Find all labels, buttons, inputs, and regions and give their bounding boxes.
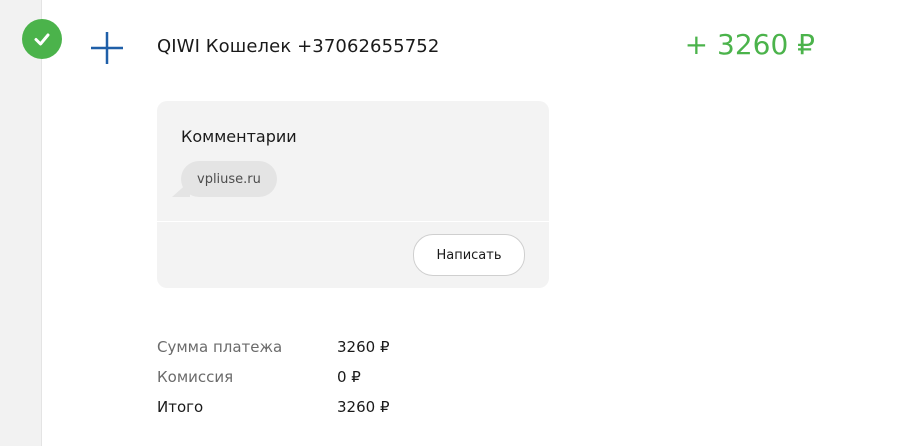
status-success-icon bbox=[22, 19, 62, 59]
payment-details: Сумма платежа 3260 ₽ Комиссия 0 ₽ Итого … bbox=[157, 332, 390, 422]
detail-label: Сумма платежа bbox=[157, 338, 283, 356]
comments-card: Комментарии vpliuse.ru Написать bbox=[157, 101, 549, 288]
card-divider bbox=[157, 221, 549, 222]
transaction-amount: + 3260 ₽ bbox=[684, 28, 815, 61]
detail-label: Комиссия bbox=[157, 368, 234, 386]
detail-row-commission: Комиссия 0 ₽ bbox=[157, 362, 390, 392]
write-comment-button[interactable]: Написать bbox=[413, 234, 525, 276]
detail-label: Итого bbox=[157, 398, 204, 416]
detail-value: 3260 ₽ bbox=[337, 398, 390, 416]
comment-bubble: vpliuse.ru bbox=[181, 161, 277, 197]
left-sidebar-strip bbox=[0, 0, 42, 446]
check-icon bbox=[34, 33, 50, 46]
comments-heading: Комментарии bbox=[181, 127, 297, 146]
detail-value: 3260 ₽ bbox=[337, 338, 390, 356]
transaction-title: QIWI Кошелек +37062655752 bbox=[157, 36, 440, 57]
detail-value: 0 ₽ bbox=[337, 368, 361, 386]
detail-row-total: Итого 3260 ₽ bbox=[157, 392, 390, 422]
plus-icon bbox=[91, 32, 123, 64]
detail-row-payment-sum: Сумма платежа 3260 ₽ bbox=[157, 332, 390, 362]
